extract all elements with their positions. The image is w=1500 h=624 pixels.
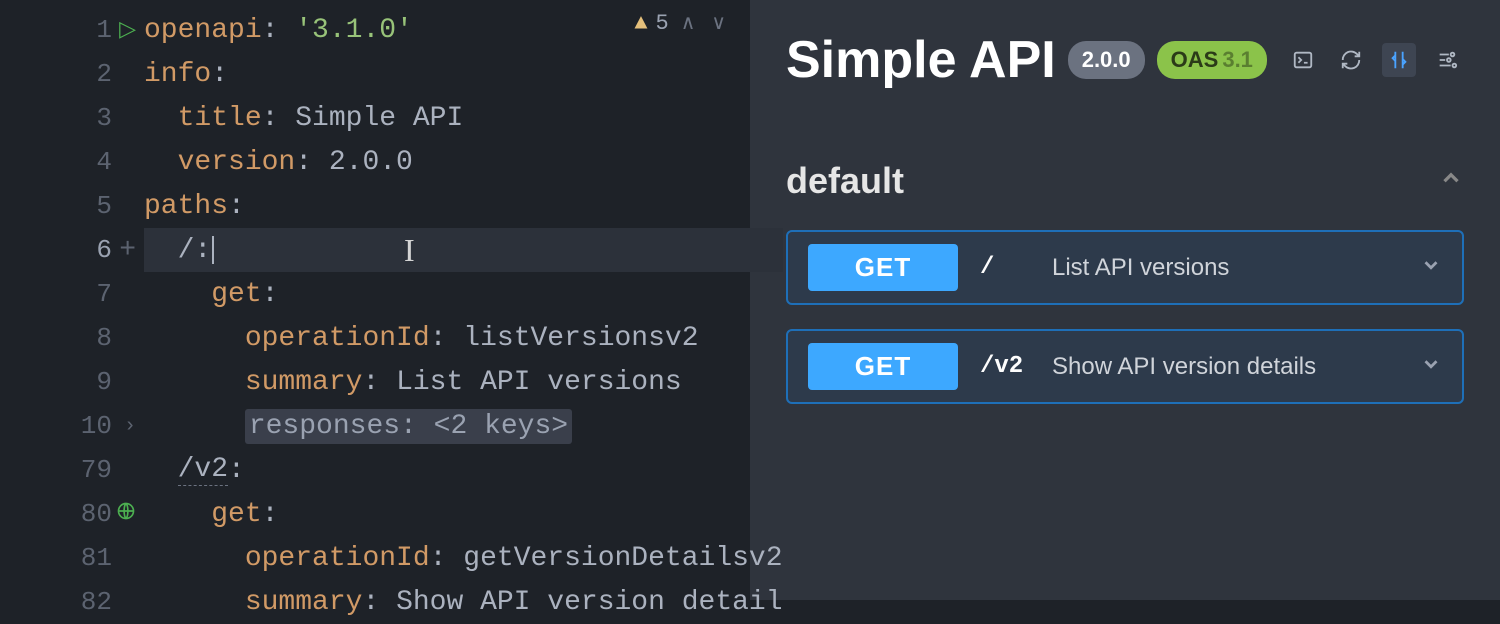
operation-row[interactable]: GET / List API versions [786, 230, 1464, 305]
swagger-preview-pane: Simple API 2.0.0 OAS3.1 default GET [750, 0, 1500, 600]
line-number: 5 [72, 191, 112, 221]
sync-scroll-icon[interactable] [1382, 43, 1416, 77]
line-number: 9 [72, 367, 112, 397]
swagger-section-header[interactable]: default [786, 160, 1464, 202]
code-line[interactable]: paths: [144, 184, 783, 228]
gutter-row: 2 [0, 52, 130, 96]
gutter-row: 3 [0, 96, 130, 140]
api-version-badge: 2.0.0 [1068, 41, 1145, 79]
line-number: 79 [72, 455, 112, 485]
line-number: 81 [72, 543, 112, 573]
gutter-row: 81 [0, 536, 130, 580]
line-number: 10 [72, 411, 112, 441]
gutter-row: 9 [0, 360, 130, 404]
gutter-row: 4 [0, 140, 130, 184]
code-line[interactable]: get: [144, 272, 783, 316]
line-number: 82 [72, 587, 112, 617]
operation-summary: Show API version details [1052, 353, 1398, 381]
code-line[interactable]: operationId: listVersionsv2 [144, 316, 783, 360]
swagger-section-title: default [786, 160, 904, 202]
operation-row[interactable]: GET /v2 Show API version details [786, 329, 1464, 404]
code-editor-pane: ▲ 5 ∧ ∨ 1▷23456+78910›79808182 openapi: … [0, 0, 750, 600]
code-line[interactable]: get: [144, 492, 783, 536]
gutter-row: 82 [0, 580, 130, 624]
code-line[interactable]: title: Simple API [144, 96, 783, 140]
code-line[interactable]: operationId: getVersionDetailsv2 [144, 536, 783, 580]
gutter-row: 7 [0, 272, 130, 316]
operation-path: / [980, 254, 1030, 281]
operation-path: /v2 [980, 353, 1030, 380]
oas-version-badge: OAS3.1 [1157, 41, 1267, 79]
settings-icon[interactable] [1430, 43, 1464, 77]
chevron-down-icon[interactable] [1420, 254, 1442, 282]
line-number: 1 [72, 15, 112, 45]
line-number: 4 [72, 147, 112, 177]
code-line[interactable]: summary: Show API version detail [144, 580, 783, 624]
line-number: 2 [72, 59, 112, 89]
gutter-row: 80 [0, 492, 130, 536]
http-method-badge: GET [808, 343, 958, 390]
http-method-badge: GET [808, 244, 958, 291]
code-line[interactable]: /:I [144, 228, 783, 272]
refresh-icon[interactable] [1334, 43, 1368, 77]
code-line[interactable]: info: [144, 52, 783, 96]
swagger-header: Simple API 2.0.0 OAS3.1 [786, 30, 1464, 90]
prev-problem-button[interactable]: ∧ [677, 10, 700, 36]
gutter-row: 8 [0, 316, 130, 360]
terminal-icon[interactable] [1286, 43, 1320, 77]
line-number: 7 [72, 279, 112, 309]
line-number: 6 [72, 235, 112, 265]
code-line[interactable]: version: 2.0.0 [144, 140, 783, 184]
mouse-ibeam-icon: I [404, 232, 415, 269]
line-number: 3 [72, 103, 112, 133]
editor-gutter: 1▷23456+78910›79808182 [0, 0, 130, 600]
gutter-row: 6+ [0, 228, 130, 272]
next-problem-button[interactable]: ∨ [707, 10, 730, 36]
chevron-down-icon[interactable] [1420, 353, 1442, 381]
code-line[interactable]: /v2: [144, 448, 783, 492]
line-number: 8 [72, 323, 112, 353]
api-title: Simple API [786, 30, 1056, 90]
code-line[interactable]: summary: List API versions [144, 360, 783, 404]
operation-summary: List API versions [1052, 254, 1398, 282]
warning-count: 5 [656, 11, 669, 36]
gutter-row: 5 [0, 184, 130, 228]
code-line[interactable]: responses: <2 keys> [144, 404, 783, 448]
inspections-widget[interactable]: ▲ 5 ∧ ∨ [634, 10, 730, 36]
gutter-row: 10› [0, 404, 130, 448]
text-cursor [212, 236, 214, 264]
gutter-row: 1▷ [0, 8, 130, 52]
operation-list: GET / List API versions GET /v2 Show API… [786, 230, 1464, 404]
editor-code-area[interactable]: openapi: '3.1.0'info: title: Simple API … [130, 0, 783, 600]
chevron-up-icon[interactable] [1438, 165, 1464, 197]
gutter-row: 79 [0, 448, 130, 492]
line-number: 80 [72, 499, 112, 529]
swagger-toolbar [1286, 43, 1464, 77]
warning-icon: ▲ [634, 11, 647, 36]
